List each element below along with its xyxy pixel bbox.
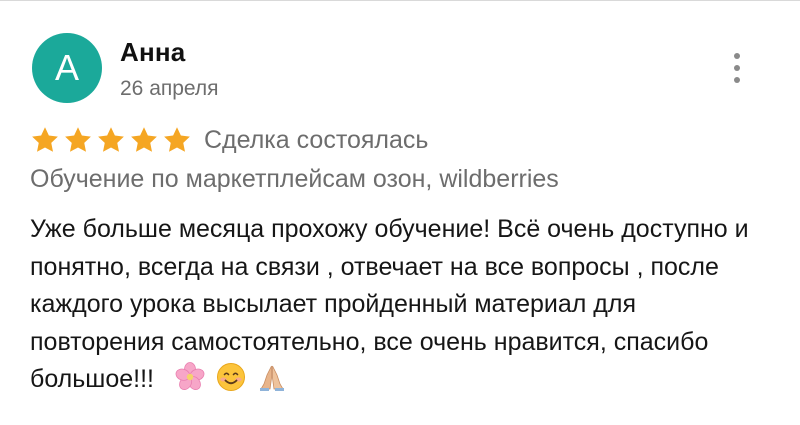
review-text-block: Уже больше месяца прохожу обучение! Всё …	[30, 211, 775, 399]
review-date: 26 апреля	[120, 77, 219, 100]
menu-dot	[734, 53, 740, 59]
menu-dot	[734, 77, 740, 83]
rating-row: Сделка состоялась	[30, 123, 428, 157]
avatar-initial: А	[54, 47, 79, 88]
cherry-blossom-icon	[175, 362, 205, 392]
folded-hands-icon	[257, 362, 287, 392]
star-icon	[162, 125, 192, 155]
star-icon	[63, 125, 93, 155]
product-name[interactable]: Обучение по маркетплейсам озон, wildberr…	[30, 165, 559, 194]
smiling-face-icon	[216, 362, 246, 392]
menu-dot	[734, 65, 740, 71]
star-rating	[30, 125, 192, 155]
deal-status: Сделка состоялась	[204, 125, 429, 154]
review-text: Уже больше месяца прохожу обучение! Всё …	[30, 215, 749, 393]
review-card: А Анна 26 апреля Сделка состоялась Обуче…	[0, 0, 800, 425]
author-name[interactable]: Анна	[120, 37, 185, 68]
star-icon	[30, 125, 60, 155]
more-vertical-icon[interactable]	[726, 53, 748, 83]
star-icon	[129, 125, 159, 155]
star-icon	[96, 125, 126, 155]
avatar[interactable]: А	[32, 33, 102, 103]
